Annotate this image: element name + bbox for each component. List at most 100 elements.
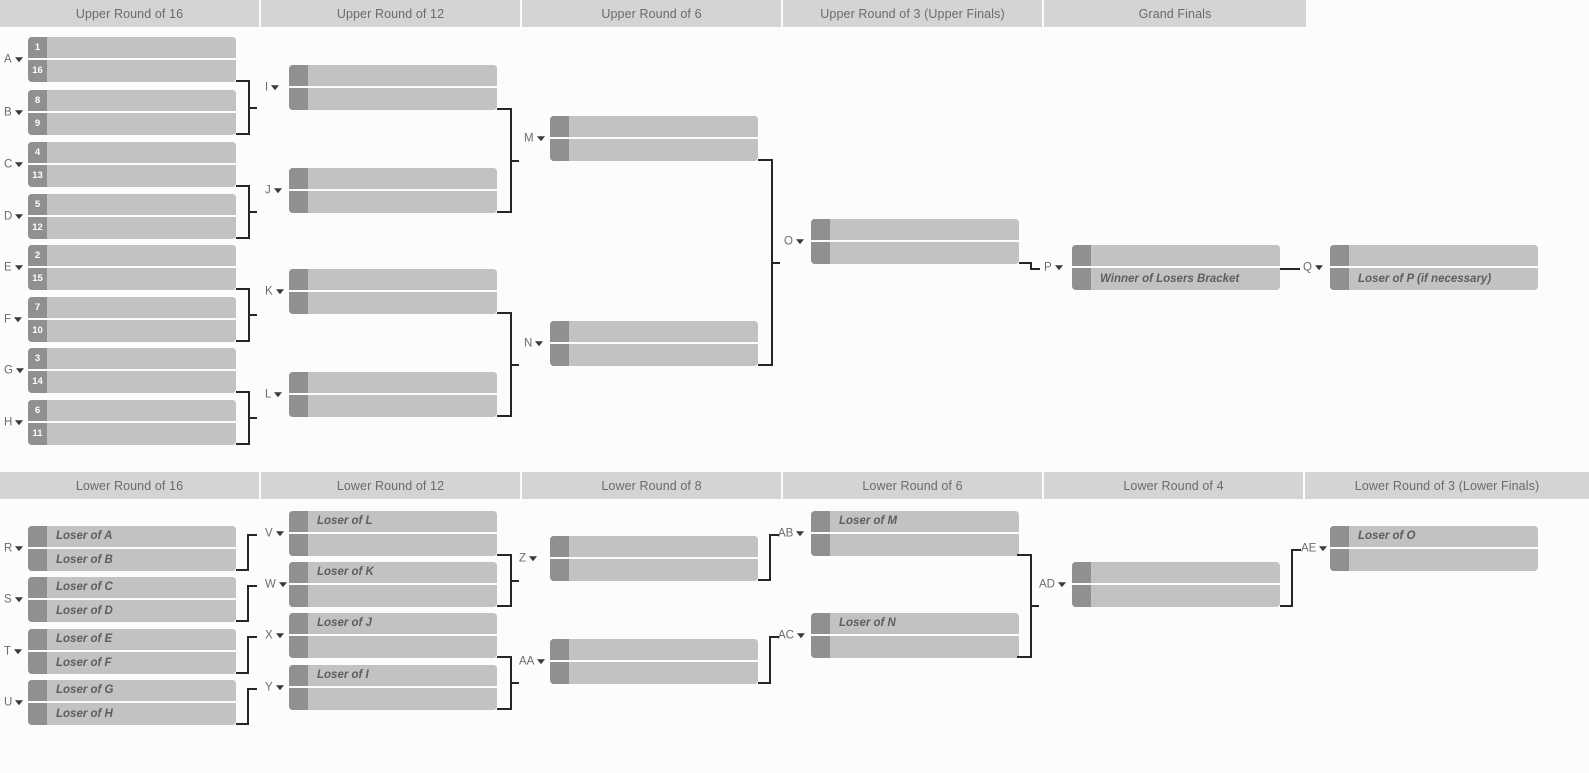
match-t[interactable]: Loser of E Loser of F: [28, 629, 236, 674]
match-k[interactable]: [289, 269, 497, 314]
match-d-slot-1[interactable]: 5: [28, 194, 236, 217]
match-j-slot-2[interactable]: [289, 190, 497, 213]
match-r[interactable]: Loser of A Loser of B: [28, 526, 236, 571]
chevron-down-icon[interactable]: [14, 649, 23, 654]
match-w-slot-2[interactable]: [289, 584, 497, 607]
match-aa-slot-1[interactable]: [550, 639, 758, 662]
match-label-ae[interactable]: AE: [1301, 542, 1328, 555]
match-f-slot-1[interactable]: 7: [28, 297, 236, 320]
match-d-slot-2[interactable]: 12: [28, 216, 236, 239]
match-aa-slot-2[interactable]: [550, 661, 758, 684]
match-o[interactable]: [811, 219, 1019, 264]
chevron-down-icon[interactable]: [271, 85, 280, 90]
chevron-down-icon[interactable]: [15, 162, 24, 167]
match-p[interactable]: Winner of Losers Bracket: [1072, 245, 1280, 290]
match-a-slot-2[interactable]: 16: [28, 59, 236, 82]
match-ac[interactable]: Loser of N: [811, 613, 1019, 658]
match-e[interactable]: 2 15: [28, 245, 236, 290]
chevron-down-icon[interactable]: [275, 531, 284, 536]
match-i-slot-2[interactable]: [289, 87, 497, 110]
match-b[interactable]: 89: [28, 90, 236, 135]
match-label-i[interactable]: I: [265, 81, 280, 94]
match-h-slot-2[interactable]: 11: [28, 422, 236, 445]
match-l[interactable]: [289, 372, 497, 417]
match-a[interactable]: 1 16: [28, 37, 236, 82]
match-x-slot-1[interactable]: Loser of J: [289, 613, 497, 636]
match-label-r[interactable]: R: [4, 542, 24, 555]
match-k-slot-1[interactable]: [289, 269, 497, 292]
match-g-slot-2[interactable]: 14: [28, 370, 236, 393]
chevron-down-icon[interactable]: [1314, 265, 1323, 270]
match-w-slot-1[interactable]: Loser of K: [289, 562, 497, 585]
match-label-ad[interactable]: AD: [1039, 578, 1066, 591]
chevron-down-icon[interactable]: [15, 368, 24, 373]
match-label-f[interactable]: F: [4, 313, 23, 326]
chevron-down-icon[interactable]: [1319, 546, 1328, 551]
match-v-slot-2[interactable]: [289, 533, 497, 556]
match-ae-slot-1[interactable]: Loser of O: [1330, 526, 1538, 549]
match-g-slot-1[interactable]: 3: [28, 348, 236, 371]
match-b-slot-1[interactable]: 8: [28, 90, 236, 113]
match-label-o[interactable]: O: [784, 235, 804, 248]
match-u-slot-2[interactable]: Loser of H: [28, 702, 236, 725]
chevron-down-icon[interactable]: [537, 659, 546, 664]
match-m-slot-1[interactable]: [550, 116, 758, 139]
match-label-aa[interactable]: AA: [519, 655, 546, 668]
match-k-slot-2[interactable]: [289, 291, 497, 314]
match-t-slot-2[interactable]: Loser of F: [28, 651, 236, 674]
match-label-l[interactable]: L: [265, 388, 283, 401]
match-s-slot-1[interactable]: Loser of C: [28, 577, 236, 600]
match-ac-slot-2[interactable]: [811, 635, 1019, 658]
match-w[interactable]: Loser of K: [289, 562, 497, 607]
match-ac-slot-1[interactable]: Loser of N: [811, 613, 1019, 636]
match-c-slot-1[interactable]: 4: [28, 142, 236, 165]
match-p-slot-2[interactable]: Winner of Losers Bracket: [1072, 267, 1280, 290]
match-h[interactable]: 6 11: [28, 400, 236, 445]
match-label-t[interactable]: T: [4, 645, 23, 658]
match-label-s[interactable]: S: [4, 593, 23, 606]
chevron-down-icon[interactable]: [14, 57, 23, 62]
match-o-slot-1[interactable]: [811, 219, 1019, 242]
match-label-ab[interactable]: AB: [778, 527, 805, 540]
match-ae-slot-2[interactable]: [1330, 548, 1538, 571]
match-ad-slot-1[interactable]: [1072, 562, 1280, 585]
chevron-down-icon[interactable]: [536, 136, 545, 141]
match-label-y[interactable]: Y: [265, 681, 284, 694]
match-l-slot-1[interactable]: [289, 372, 497, 395]
match-label-m[interactable]: M: [524, 132, 545, 145]
chevron-down-icon[interactable]: [275, 633, 284, 638]
match-z-slot-1[interactable]: [550, 536, 758, 559]
chevron-down-icon[interactable]: [15, 546, 24, 551]
chevron-down-icon[interactable]: [1057, 582, 1066, 587]
match-ad-slot-2[interactable]: [1072, 584, 1280, 607]
chevron-down-icon[interactable]: [278, 582, 287, 587]
match-t-slot-1[interactable]: Loser of E: [28, 629, 236, 652]
chevron-down-icon[interactable]: [535, 341, 544, 346]
match-f-slot-2[interactable]: 10: [28, 319, 236, 342]
match-label-k[interactable]: K: [265, 285, 284, 298]
match-s-slot-2[interactable]: Loser of D: [28, 599, 236, 622]
chevron-down-icon[interactable]: [15, 700, 24, 705]
match-q[interactable]: Loser of P (if necessary): [1330, 245, 1538, 290]
chevron-down-icon[interactable]: [275, 289, 284, 294]
match-x[interactable]: Loser of J: [289, 613, 497, 658]
chevron-down-icon[interactable]: [274, 392, 283, 397]
match-n[interactable]: [550, 321, 758, 366]
match-j-slot-1[interactable]: [289, 168, 497, 191]
match-label-a[interactable]: A: [4, 53, 23, 66]
match-ab-slot-2[interactable]: [811, 533, 1019, 556]
match-g[interactable]: 3 14: [28, 348, 236, 393]
chevron-down-icon[interactable]: [14, 110, 23, 115]
match-m[interactable]: [550, 116, 758, 161]
chevron-down-icon[interactable]: [14, 317, 23, 322]
match-label-z[interactable]: Z: [519, 552, 538, 565]
match-e-slot-2[interactable]: 15: [28, 267, 236, 290]
match-ae[interactable]: Loser of O: [1330, 526, 1538, 571]
match-u-slot-1[interactable]: Loser of G: [28, 680, 236, 703]
match-label-n[interactable]: N: [524, 337, 544, 350]
match-ab-slot-1[interactable]: Loser of M: [811, 511, 1019, 534]
match-h-slot-1[interactable]: 6: [28, 400, 236, 423]
match-ad[interactable]: [1072, 562, 1280, 607]
match-o-slot-2[interactable]: [811, 241, 1019, 264]
match-r-slot-1[interactable]: Loser of A: [28, 526, 236, 549]
